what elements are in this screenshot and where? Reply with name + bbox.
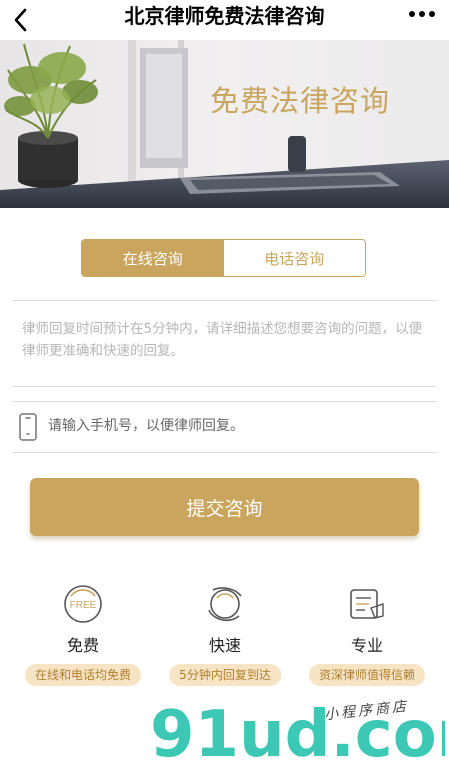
divider: [12, 386, 437, 387]
question-textarea[interactable]: [22, 318, 432, 378]
mobile-phone-icon: [19, 413, 37, 441]
more-dots-icon[interactable]: [407, 4, 437, 24]
tab-phone-consult[interactable]: 电话咨询: [223, 240, 365, 276]
phone-input[interactable]: [48, 412, 428, 440]
feature-title: 快速: [208, 636, 241, 655]
banner-title: 免费法律咨询: [210, 84, 391, 118]
divider: [12, 300, 437, 301]
feature-free: FREE 免费 在线和电话均免费: [13, 584, 153, 694]
phone-row: [12, 402, 437, 452]
divider: [12, 452, 437, 453]
feature-professional: 专业 资深律师值得信赖: [297, 584, 437, 694]
feature-badge: 资深律师值得信赖: [308, 664, 426, 686]
svg-text:FREE: FREE: [70, 600, 97, 611]
globe-clock-icon: [208, 587, 242, 622]
free-circle-icon: FREE: [64, 585, 102, 623]
submit-consult-button[interactable]: 提交咨询: [30, 478, 419, 536]
banner-image: [0, 40, 449, 208]
feature-title: 免费: [66, 636, 99, 655]
nav-bar: 北京律师免费法律咨询: [0, 0, 449, 40]
page-title: 北京律师免费法律咨询: [124, 4, 325, 28]
banner: 免费法律咨询: [0, 40, 449, 208]
document-icon: [350, 589, 384, 619]
tab-online-consult[interactable]: 在线咨询: [82, 240, 224, 276]
feature-fast: 快速 5分钟内回复到达: [155, 584, 295, 694]
feature-badge: 在线和电话均免费: [24, 664, 142, 686]
feature-badge: 5分钟内回复到达: [169, 664, 281, 686]
consult-type-tabs: 在线咨询 电话咨询: [81, 239, 366, 277]
feature-title: 专业: [350, 636, 383, 655]
